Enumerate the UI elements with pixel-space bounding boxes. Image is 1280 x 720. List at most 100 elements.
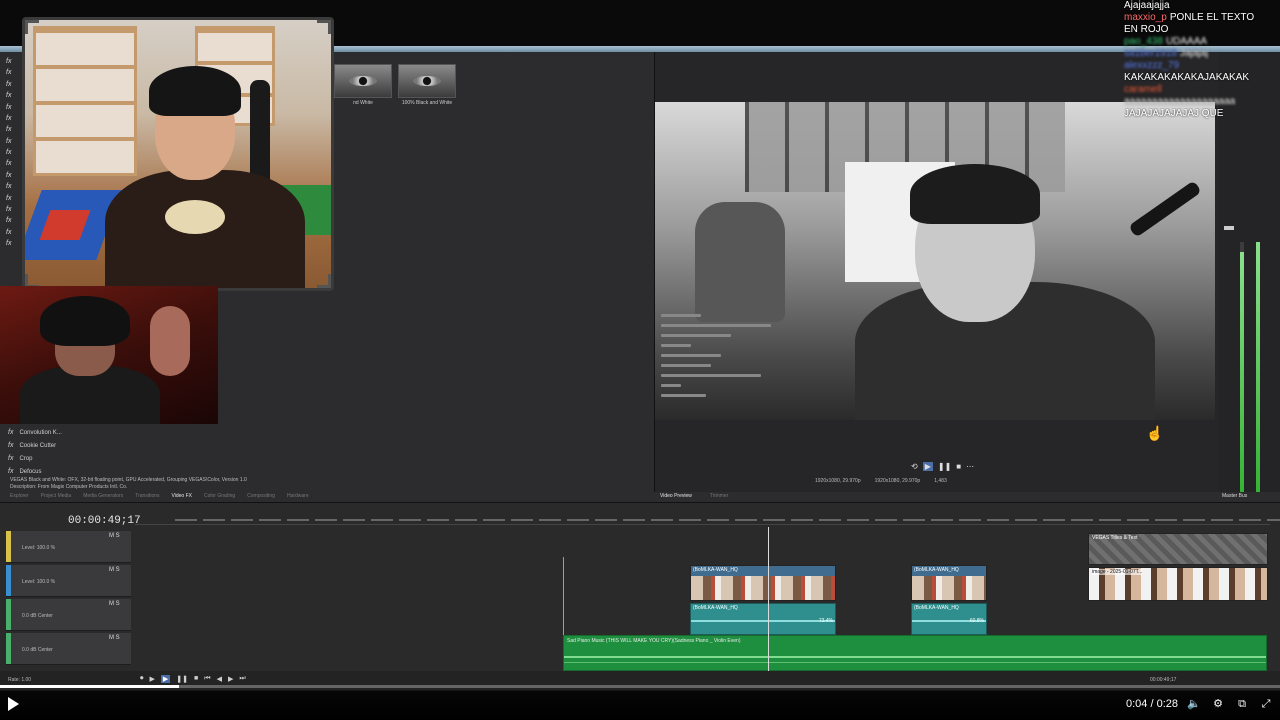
progress-bar[interactable] [0,685,1280,688]
chat-message: JAJAJAJAJAJAJ QUE [1124,108,1280,120]
transport-button[interactable]: ⏭ [239,675,245,683]
ruler-mark [959,519,981,521]
plugin-description: VEGAS Black and White: OFX, 32-bit float… [10,477,330,491]
preview-control-button[interactable]: ■ [956,462,961,471]
preview-control-button[interactable]: ❚❚ [938,462,951,471]
music-clip[interactable]: Sad Piano Music (THIS WILL MAKE YOU CRY)… [563,635,1267,671]
dock-tab[interactable]: Video Preview [660,493,692,499]
track-header[interactable]: Level: 100.0 % M S [6,531,131,563]
mute-solo-buttons[interactable]: M S [109,533,120,539]
timeline-panel: 00:00:49;17 Level: 100.0 % M S Level: 100.… [0,502,1280,691]
transport-button[interactable]: ❚❚ [176,675,188,683]
ruler-mark [1099,519,1121,521]
fx-preset-thumb[interactable]: nd White [334,64,392,108]
dock-tab[interactable]: Media Generators [83,493,123,499]
plugin-item[interactable]: fx Crop [8,452,208,465]
fx-preset-thumbnails: nd White 100% Black and White [334,64,456,108]
ruler-mark [595,519,617,521]
track-level: Level: 100.0 % [22,545,56,551]
clip-caption: (BoMLKA-WAN_HQ [693,567,738,573]
ruler-mark [1239,519,1261,521]
video-clip[interactable]: (BoMLKA-WAN_HQ [690,565,836,601]
plugin-item[interactable]: fx Convolution K... [8,426,208,439]
volume-icon[interactable]: 🔈 [1187,697,1201,711]
audio-waveform [564,656,1266,658]
track-header[interactable]: Level: 100.0 % M S [6,565,131,597]
end-time: 00:00:49;17 [1150,677,1177,683]
chat-message: aaaaaaaaaaaaaaaaaaaa [1124,96,1280,108]
ruler-mark [819,519,841,521]
preview-control-button[interactable]: ⟲ [911,462,918,471]
plugin-name: Convolution K... [19,429,62,436]
fullscreen-icon[interactable]: ⤢ [1259,697,1273,711]
transport-button[interactable]: ⏮ [204,675,210,683]
mute-solo-buttons[interactable]: M S [109,567,120,573]
plugin-name: Defocus [19,468,42,475]
ruler-mark [679,519,701,521]
ruler-mark [287,519,309,521]
transport-button[interactable]: ◀ [217,675,222,683]
preview-chat-overlay [661,314,781,404]
ruler-mark [343,519,365,521]
timeline-ruler[interactable] [135,511,1280,525]
audio-clip[interactable]: (BoMLKA-WAN_HQ 60.8% [911,603,987,635]
dock-tab[interactable]: Hardware [287,493,309,499]
audio-waveform [691,620,835,622]
plugin-item[interactable]: fx Cookie Cutter [8,439,208,452]
timeline-tracks[interactable]: (BoMLKA-WAN_HQ (BoMLKA-WAN_HQ 73.4% (BoM… [135,527,1270,687]
webcam-person [105,60,305,288]
dock-tab[interactable]: Video FX [172,493,192,499]
chat-message: pao_438 UDAAAA [1124,36,1280,48]
settings-gear-icon[interactable]: ⚙ [1211,697,1225,711]
fader-handle[interactable] [1224,226,1234,230]
right-dock-tabs: Video Preview Trimmer [660,493,728,499]
chat-text: JAJAJAJAJAJAJ QUE [1124,108,1224,119]
stream-chat-overlay: Ajajaajajja maxxio_p PONLE EL TEXTO EN ROJO… [1124,0,1280,160]
plugin-description-line: Description: From Magix Computer Product… [10,484,128,490]
title-clip[interactable]: VEGAS Titles & Text [1088,533,1268,565]
dock-tab[interactable]: Compositing [247,493,275,499]
track-level: 0.0 dB Center [22,647,53,653]
track-header[interactable]: 0.0 dB Center M S [6,599,131,631]
chat-text: PONLE EL TEXTO [1169,12,1255,23]
transport-button[interactable]: ■ [194,675,198,683]
preview-transport: ⟲ ▶ ❚❚ ■ ⋯ [911,462,974,471]
preview-info-item: 1,483 [934,478,947,484]
rate-label: Rate: 1.00 [8,677,32,683]
ruler-mark [875,519,897,521]
dock-tab[interactable]: Transitions [135,493,159,499]
preview-control-button[interactable]: ⋯ [966,462,974,471]
preview-control-button[interactable]: ▶ [922,462,933,471]
clip-caption: (BoMLKA-WAN_HQ [914,567,959,573]
dock-tab[interactable]: Explorer [10,493,29,499]
track-header[interactable]: 0.0 dB Center M S [6,633,131,665]
playhead[interactable] [768,527,769,687]
plugin-name: Crop [19,455,33,462]
ruler-mark [735,519,757,521]
audio-clip[interactable]: (BoMLKA-WAN_HQ 73.4% [690,603,836,635]
thumb-caption: 100% Black and White [401,100,453,106]
dock-tab[interactable]: Color Grading [204,493,235,499]
transport-button[interactable]: ▶ [160,675,171,683]
clip-level: 73.4% [818,618,833,624]
image-clip[interactable]: image - 2025-01-07T... [1088,567,1268,601]
dock-tab[interactable]: Project Media [41,493,72,499]
video-clip[interactable]: (BoMLKA-WAN_HQ [911,565,987,601]
transport-button[interactable]: ▶ [150,675,155,683]
meter-right [1256,242,1260,492]
ruler-mark [623,519,645,521]
mute-solo-buttons[interactable]: M S [109,601,120,607]
transport-button[interactable]: ⏺ [140,675,144,683]
chat-text: EN ROJO [1124,24,1169,35]
chat-message: KAKAKAKAKAKAJAKAKAK [1124,72,1280,84]
ruler-mark [1015,519,1037,521]
mute-solo-buttons[interactable]: M S [109,635,120,641]
play-button[interactable] [8,697,19,711]
dock-tab[interactable]: Trimmer [710,493,728,499]
webcam-hand [150,306,190,376]
timecode-display: 00:00:49;17 [68,515,141,527]
track-color-strip [6,531,11,562]
pip-icon[interactable]: ⧉ [1235,697,1249,711]
transport-button[interactable]: ▶ [228,675,233,683]
fx-preset-thumb[interactable]: 100% Black and White [398,64,456,108]
